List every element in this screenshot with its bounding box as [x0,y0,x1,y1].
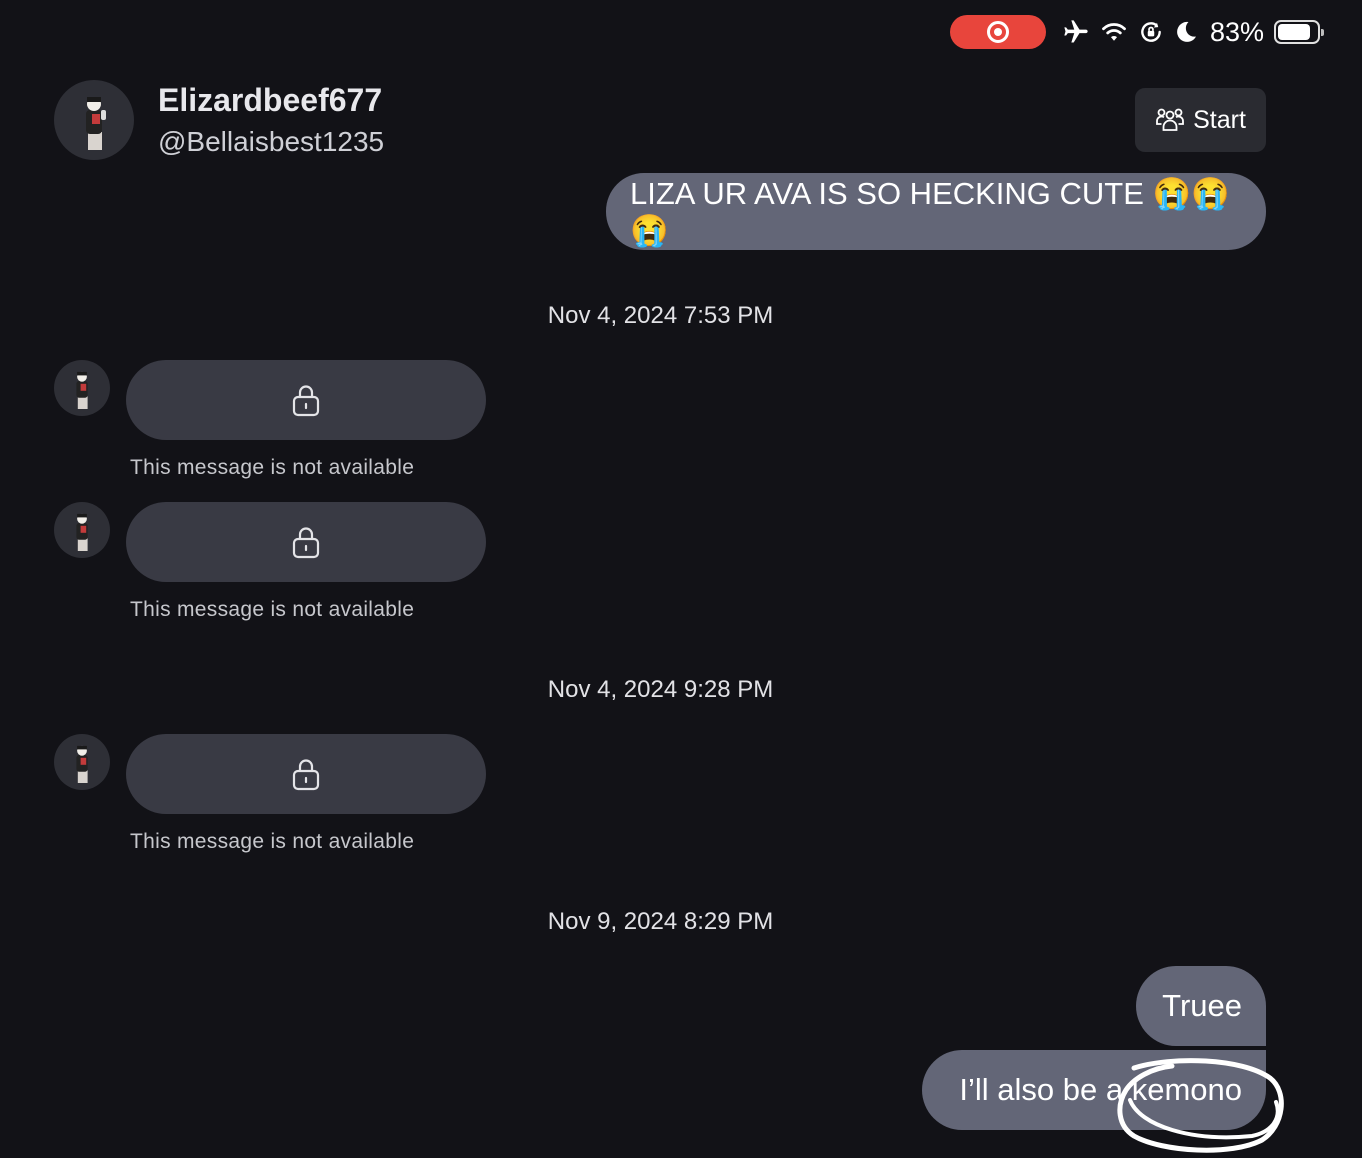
locked-message[interactable] [126,360,486,440]
start-label: Start [1193,105,1246,134]
battery-level-fill [1278,24,1310,40]
unavailable-caption: This message is not available [130,830,415,853]
outgoing-message[interactable]: LIZA UR AVA IS SO HECKING CUTE 😭😭😭 [606,173,1266,250]
timestamp: Nov 9, 2024 8:29 PM [547,908,774,935]
avatar-figure-icon [76,513,88,551]
moon-icon [1177,21,1196,42]
battery-icon [1274,20,1325,44]
wifi-icon [1102,23,1126,41]
screen-record-icon [987,21,1009,43]
message-text: LIZA UR AVA IS SO HECKING CUTE 😭😭😭 [630,175,1230,248]
airplane-icon [1064,20,1088,43]
group-icon [1156,108,1184,131]
chat-screen: 83% Elizardbeef677 @Bellaisbest1235 Star… [0,0,1362,1158]
start-button[interactable]: Start [1135,88,1266,152]
avatar-figure-icon [76,371,88,409]
orientation-lock-icon [1141,22,1161,42]
lock-icon [292,527,320,559]
sender-avatar[interactable] [54,360,110,416]
message-text: I’ll also be a kemono [959,1072,1242,1107]
outgoing-message[interactable]: Truee [1136,966,1266,1046]
avatar-figure-icon [86,97,106,150]
avatar-figure-icon [76,745,88,783]
locked-message[interactable] [126,734,486,814]
locked-message[interactable] [126,502,486,582]
timestamp: Nov 4, 2024 9:28 PM [547,676,774,703]
outgoing-message[interactable]: I’ll also be a kemono [922,1050,1266,1130]
timestamp: Nov 4, 2024 7:53 PM [547,302,774,329]
profile-avatar[interactable] [54,80,134,160]
status-bar: 83% [1062,14,1325,50]
battery-percentage: 83% [1210,16,1265,47]
unavailable-caption: This message is not available [130,598,415,621]
unavailable-caption: This message is not available [130,456,415,479]
username: @Bellaisbest1235 [158,126,385,157]
message-text: Truee [1162,988,1242,1023]
sender-avatar[interactable] [54,502,110,558]
lock-icon [292,759,320,791]
display-name: Elizardbeef677 [158,82,383,118]
screen-record-indicator[interactable] [950,15,1046,49]
lock-icon [292,385,320,417]
sender-avatar[interactable] [54,734,110,790]
